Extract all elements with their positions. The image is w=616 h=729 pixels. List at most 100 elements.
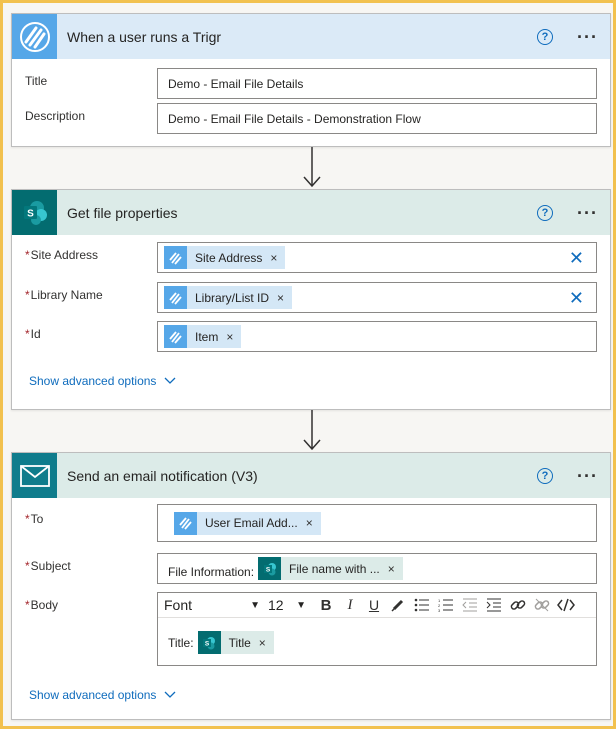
description-value: Demo - Email File Details - Demonstratio… (168, 111, 421, 126)
font-size-value: 12 (268, 597, 284, 613)
to-label: *To (25, 512, 43, 526)
description-input[interactable]: Demo - Email File Details - Demonstratio… (157, 103, 597, 134)
to-token-label: User Email Add... (205, 516, 298, 530)
site-address-token: Site Address × (164, 246, 286, 269)
body-prefix: Title: (168, 635, 194, 650)
editor-content[interactable]: Title: S Title × (168, 631, 274, 654)
sharepoint-icon: S (12, 190, 57, 235)
body-label-text: Body (30, 598, 59, 612)
caret-down-icon: ▼ (250, 599, 260, 611)
help-icon[interactable]: ? (537, 28, 554, 45)
bullet-list-icon[interactable] (410, 595, 434, 615)
more-options-icon[interactable]: ··· (577, 28, 598, 46)
site-address-token-label: Site Address (195, 250, 263, 265)
id-input[interactable]: Item × (157, 321, 597, 352)
svg-text:3: 3 (438, 608, 441, 612)
show-advanced-options-link[interactable]: Show advanced options (29, 374, 176, 388)
library-name-input[interactable]: Library/List ID × ✕ (157, 282, 597, 313)
trigr-icon (164, 246, 187, 269)
required-mark: * (25, 288, 30, 302)
remove-token-icon[interactable]: × (277, 291, 284, 305)
get-file-properties-card: S Get file properties ? ··· *Site Addres… (11, 189, 611, 410)
id-label-text: Id (30, 327, 41, 341)
remove-token-icon[interactable]: × (259, 636, 266, 650)
advanced-options-label: Show advanced options (29, 374, 157, 388)
required-mark: * (25, 598, 30, 612)
clear-field-icon[interactable]: ✕ (569, 249, 584, 267)
underline-icon[interactable]: U (362, 595, 386, 615)
library-name-label: *Library Name (25, 288, 103, 302)
decrease-indent-icon[interactable] (458, 595, 482, 615)
send-email-header[interactable]: Send an email notification (V3) ? ··· (12, 453, 610, 498)
advanced-options-label: Show advanced options (29, 688, 157, 702)
required-mark: * (25, 512, 30, 526)
more-options-icon[interactable]: ··· (577, 467, 598, 485)
id-token-label: Item (195, 329, 219, 344)
help-icon[interactable]: ? (537, 204, 554, 221)
font-family-select[interactable]: Font ▼ (164, 597, 260, 613)
send-email-title: Send an email notification (V3) (67, 467, 258, 484)
remove-token-icon[interactable]: × (270, 251, 277, 265)
title-label: Title (25, 74, 48, 88)
body-label: *Body (25, 598, 58, 612)
mail-icon (12, 453, 57, 498)
editor-toolbar: Font ▼ 12 ▼ B I U 123 (158, 593, 596, 618)
trigger-title: When a user runs a Trigr (67, 28, 222, 45)
get-file-header[interactable]: S Get file properties ? ··· (12, 190, 610, 235)
connector-arrow-icon (303, 410, 321, 451)
to-input[interactable]: User Email Add... × (157, 504, 597, 542)
to-token: User Email Add... × (174, 511, 321, 535)
svg-text:S: S (205, 640, 210, 647)
library-name-label-text: Library Name (30, 288, 103, 302)
link-icon[interactable] (506, 595, 530, 615)
id-label: *Id (25, 327, 41, 341)
subject-token-label: File name with ... (289, 561, 380, 576)
trigr-icon (12, 14, 57, 59)
required-mark: * (25, 248, 30, 262)
get-file-title: Get file properties (67, 204, 178, 221)
send-email-card: Send an email notification (V3) ? ··· *T… (11, 452, 611, 720)
help-icon[interactable]: ? (537, 467, 554, 484)
site-address-label-text: Site Address (30, 248, 99, 262)
increase-indent-icon[interactable] (482, 595, 506, 615)
description-label: Description (25, 109, 86, 123)
id-token: Item × (164, 325, 242, 348)
unlink-icon[interactable] (530, 595, 554, 615)
italic-icon[interactable]: I (338, 595, 362, 615)
chevron-down-icon (164, 691, 176, 698)
font-size-select[interactable]: 12 ▼ (268, 597, 306, 613)
sharepoint-icon: S (197, 631, 221, 654)
bold-icon[interactable]: B (314, 595, 338, 615)
site-address-input[interactable]: Site Address × ✕ (157, 242, 597, 273)
subject-token: S File name with ... × (258, 557, 403, 580)
to-label-text: To (30, 512, 44, 526)
numbered-list-icon[interactable]: 123 (434, 595, 458, 615)
font-family-value: Font (164, 597, 193, 613)
code-view-icon[interactable] (554, 595, 578, 615)
highlight-pen-icon[interactable] (386, 595, 410, 615)
site-address-label: *Site Address (25, 248, 98, 262)
svg-text:S: S (265, 566, 270, 573)
chevron-down-icon (164, 377, 176, 384)
subject-label-text: Subject (30, 559, 71, 573)
show-advanced-options-link[interactable]: Show advanced options (29, 688, 176, 702)
trigr-icon (164, 286, 187, 309)
remove-token-icon[interactable]: × (388, 562, 395, 576)
trigger-header[interactable]: When a user runs a Trigr ? ··· (12, 14, 610, 59)
more-options-icon[interactable]: ··· (577, 204, 598, 222)
required-mark: * (25, 559, 30, 573)
required-mark: * (25, 327, 30, 341)
subject-prefix: File Information: (168, 564, 255, 579)
body-token: S Title × (197, 631, 274, 654)
svg-text:S: S (27, 208, 34, 219)
remove-token-icon[interactable]: × (226, 330, 233, 344)
subject-input[interactable]: File Information: S File name with ... × (157, 553, 597, 584)
title-value: Demo - Email File Details (168, 76, 304, 91)
subject-label: *Subject (25, 559, 71, 573)
remove-token-icon[interactable]: × (306, 516, 313, 530)
title-input[interactable]: Demo - Email File Details (157, 68, 597, 99)
connector-arrow-icon (303, 147, 321, 188)
clear-field-icon[interactable]: ✕ (569, 289, 584, 307)
library-token-label: Library/List ID (195, 290, 270, 305)
body-editor[interactable]: Font ▼ 12 ▼ B I U 123 Title: S Title × (157, 592, 597, 666)
